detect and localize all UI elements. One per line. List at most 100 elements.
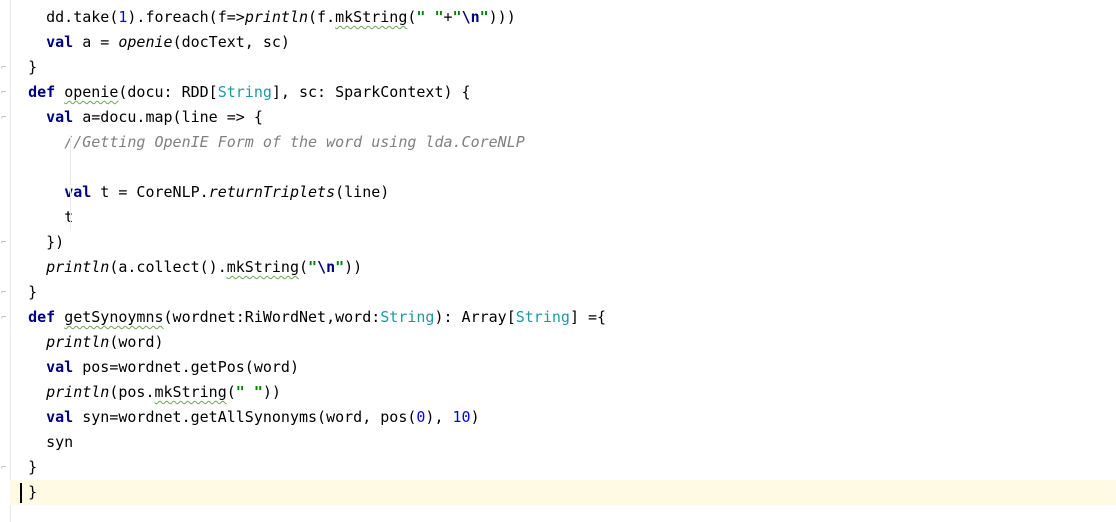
code-token: ): Array[ <box>434 308 516 326</box>
code-line[interactable]: } <box>10 455 1116 480</box>
fold-marker-icon[interactable]: ⌐ <box>1 89 9 98</box>
code-token: ( <box>299 258 309 276</box>
code-token: println <box>244 8 309 26</box>
code-line[interactable] <box>10 155 1116 180</box>
code-token: \n <box>317 258 336 276</box>
code-line[interactable]: t <box>10 205 1116 230</box>
code-line[interactable]: } <box>10 55 1116 80</box>
code-token: mkString <box>154 383 227 401</box>
fold-marker-icon[interactable]: ⌐ <box>1 114 9 123</box>
fold-marker-icon[interactable]: ⌐ <box>1 464 9 473</box>
code-line[interactable]: println(word) <box>10 330 1116 355</box>
code-token: } <box>28 283 38 301</box>
code-token: } <box>28 483 38 501</box>
code-token: (docu: RDD[ <box>118 83 218 101</box>
code-token: ], sc: SparkContext) { <box>271 83 471 101</box>
code-line[interactable]: val syn=wordnet.getAllSynonyms(word, pos… <box>10 405 1116 430</box>
code-line[interactable]: } <box>10 280 1116 305</box>
code-line[interactable]: val t = CoreNLP.returnTriplets(line) <box>10 180 1116 205</box>
code-editor[interactable]: dd.take(1).foreach(f=>println(f.mkString… <box>10 5 1116 505</box>
code-token: ), <box>425 408 453 426</box>
code-line[interactable]: //Getting OpenIE Form of the word using … <box>10 130 1116 155</box>
code-token: " <box>479 8 489 26</box>
code-token: val <box>46 33 74 51</box>
code-token: println <box>46 333 110 351</box>
code-token: val <box>46 358 74 376</box>
code-token: val <box>46 408 74 426</box>
code-token: (line) <box>335 183 390 201</box>
code-lines[interactable]: dd.take(1).foreach(f=>println(f.mkString… <box>10 5 1116 505</box>
code-token: //Getting OpenIE Form of the word using … <box>64 133 525 151</box>
code-token: ).foreach(f=> <box>127 8 245 26</box>
code-line[interactable]: val pos=wordnet.getPos(word) <box>10 355 1116 380</box>
code-line[interactable]: syn <box>10 430 1116 455</box>
code-token: println <box>46 383 110 401</box>
code-token: def <box>28 308 56 326</box>
code-line[interactable]: def getSynoymns(wordnet:RiWordNet,word:S… <box>10 305 1116 330</box>
code-token: dd.take( <box>46 8 119 26</box>
fold-marker-icon[interactable]: ⌐ <box>1 239 9 248</box>
code-token: ) <box>470 408 480 426</box>
code-line[interactable]: println(pos.mkString(" ")) <box>10 380 1116 405</box>
code-line[interactable]: val a = openie(docText, sc) <box>10 30 1116 55</box>
code-token: pos=wordnet.getPos(word) <box>73 358 299 376</box>
code-token: getSynoymns <box>64 308 164 326</box>
code-line[interactable]: def openie(docu: RDD[String], sc: SparkC… <box>10 80 1116 105</box>
code-token: mkString <box>335 8 408 26</box>
code-token: } <box>28 458 38 476</box>
code-token: " " <box>235 383 263 401</box>
code-line[interactable]: }) <box>10 230 1116 255</box>
code-token: String <box>515 308 570 326</box>
code-token: } <box>28 58 38 76</box>
code-token: ))) <box>488 8 516 26</box>
code-token: openie <box>64 83 119 101</box>
code-token: val <box>64 183 92 201</box>
code-token: (wordnet:RiWordNet,word: <box>163 308 381 326</box>
indent-guide <box>70 135 71 230</box>
code-token: t = CoreNLP. <box>91 183 209 201</box>
fold-marker-icon[interactable]: ⌐ <box>1 64 9 73</box>
code-token: returnTriplets <box>208 183 336 201</box>
code-line[interactable]: dd.take(1).foreach(f=>println(f.mkString… <box>10 5 1116 30</box>
code-line[interactable]: } <box>10 480 1116 505</box>
code-token: String <box>380 308 435 326</box>
code-token: t <box>64 208 74 226</box>
fold-marker-icon[interactable]: ⌐ <box>1 314 9 323</box>
code-token: 10 <box>452 408 471 426</box>
code-line[interactable]: println(a.collect().mkString("\n")) <box>10 255 1116 280</box>
code-token: (a.collect(). <box>109 258 227 276</box>
code-token: a = <box>73 33 119 51</box>
code-token: )) <box>344 258 363 276</box>
code-token: " <box>335 258 345 276</box>
code-token: (f. <box>308 8 336 26</box>
code-token: (word) <box>109 333 164 351</box>
code-line[interactable]: val a=docu.map(line => { <box>10 105 1116 130</box>
fold-marker-icon[interactable]: ⌐ <box>1 289 9 298</box>
code-token: + <box>443 8 453 26</box>
code-token: a=docu.map(line => { <box>73 108 263 126</box>
code-token: ] ={ <box>569 308 607 326</box>
code-token: \n <box>461 8 480 26</box>
code-token: println <box>46 258 110 276</box>
code-token: mkString <box>226 258 299 276</box>
code-token: )) <box>262 383 281 401</box>
code-token: val <box>46 108 74 126</box>
code-token: ( <box>226 383 236 401</box>
